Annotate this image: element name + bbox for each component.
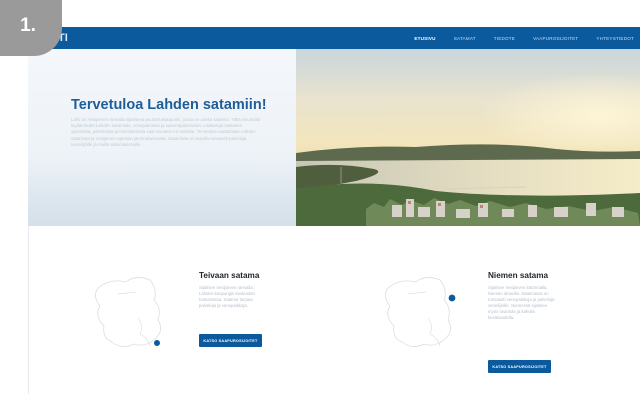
- niemen-description: Sijaitsee Vesijärven itärannalla, Niemen…: [488, 285, 555, 321]
- hero-section: Tervetuloa Lahden satamiin! Lahti on Ves…: [28, 49, 640, 226]
- nav-link-satamat[interactable]: SATAMAT: [454, 36, 476, 41]
- nav-link-tiedote[interactable]: TIEDOTE: [494, 36, 515, 41]
- hero-lake-photo: [296, 49, 640, 226]
- location-pin-icon[interactable]: [154, 340, 160, 346]
- step-badge: 1.: [0, 0, 62, 56]
- nav-link-yhteystiedot[interactable]: YHTEYSTIEDOT: [596, 36, 634, 41]
- lake-landscape-image: [296, 49, 640, 226]
- hero-title: Tervetuloa Lahden satamiin!: [71, 97, 267, 113]
- niemen-view-button[interactable]: KATSO SAAPUROSIJOITET: [488, 360, 551, 373]
- hero-description: Lahti on Vesijärven rannalla sijaitseva …: [71, 117, 261, 147]
- teivaan-title: Teivaan satama: [199, 271, 260, 280]
- nav-link-etusivu[interactable]: ETUSIVU: [414, 36, 435, 41]
- location-pin-icon[interactable]: [448, 294, 456, 302]
- teivaan-view-button[interactable]: KATSO SAAPUROSIJOITET: [199, 334, 262, 347]
- niemen-location-map: [385, 277, 456, 347]
- top-navbar: TI ETUSIVU SATAMAT TIEDOTE VAAPUROSIJOIT…: [28, 27, 640, 49]
- nav-links: ETUSIVU SATAMAT TIEDOTE VAAPUROSIJOITET …: [414, 27, 634, 49]
- niemen-title: Niemen satama: [488, 271, 549, 280]
- hero-text-panel: Tervetuloa Lahden satamiin! Lahti on Ves…: [28, 49, 296, 226]
- teivaan-description: Sijaitsee Vesijärven rannalla, Lahden ka…: [199, 285, 255, 309]
- nav-link-vaapurosijoitet[interactable]: VAAPUROSIJOITET: [533, 36, 578, 41]
- teivaan-location-map: [95, 277, 161, 347]
